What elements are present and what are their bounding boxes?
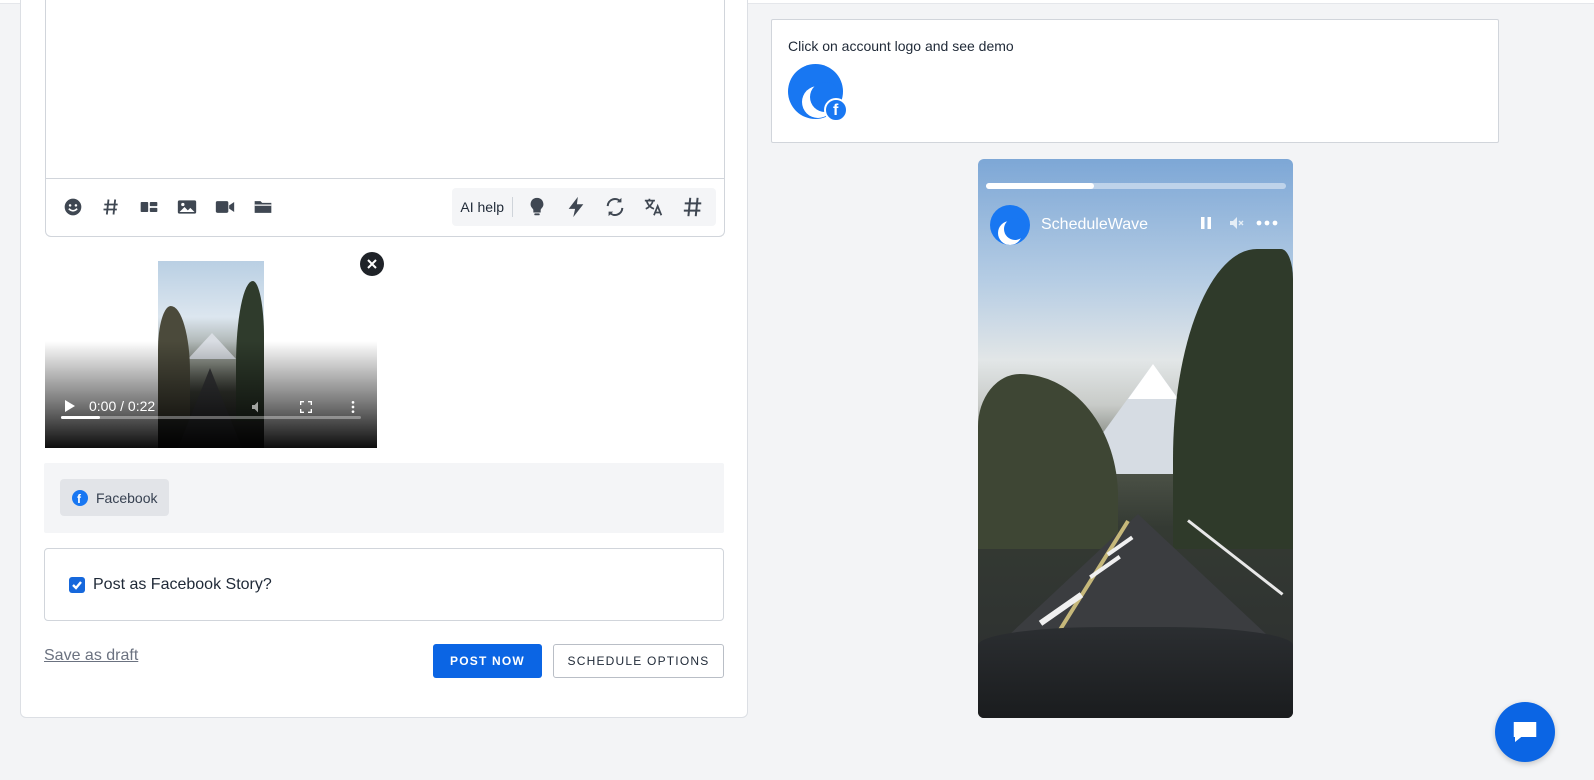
account-chip-facebook[interactable]: Facebook <box>60 479 170 516</box>
image-icon[interactable] <box>168 188 206 226</box>
story-progress-fill <box>986 183 1094 189</box>
hashtag-icon[interactable] <box>92 188 130 226</box>
folder-icon[interactable] <box>244 188 282 226</box>
facebook-icon <box>72 489 88 507</box>
demo-hint: Click on account logo and see demo <box>788 38 1014 54</box>
schedule-options-button[interactable]: SCHEDULE OPTIONS <box>553 644 724 678</box>
fullscreen-icon[interactable] <box>298 399 314 415</box>
story-checkbox-label: Post as Facebook Story? <box>93 575 272 593</box>
demo-card: Click on account logo and see demo <box>771 19 1499 143</box>
story-avatar <box>990 205 1030 245</box>
ai-help-label: AI help <box>460 197 513 217</box>
translate-icon[interactable] <box>634 188 673 226</box>
story-checkbox[interactable] <box>69 576 85 593</box>
editor-box: AI help <box>45 0 725 237</box>
idea-icon[interactable] <box>517 188 556 226</box>
story-account-name: ScheduleWave <box>1041 216 1149 233</box>
volume-icon[interactable] <box>250 399 266 415</box>
play-icon[interactable] <box>65 400 75 412</box>
template-icon[interactable] <box>130 188 168 226</box>
emoji-icon[interactable] <box>54 188 92 226</box>
mute-icon[interactable] <box>1228 215 1244 236</box>
remove-media-button[interactable] <box>360 252 384 276</box>
save-draft-link[interactable]: Save as draft <box>44 647 138 665</box>
selected-accounts-bar: Facebook <box>44 463 724 533</box>
account-chip-label: Facebook <box>96 489 158 506</box>
facebook-badge-icon <box>824 98 848 122</box>
chat-support-button[interactable] <box>1495 702 1555 762</box>
story-preview: ScheduleWave <box>978 159 1293 718</box>
editor-toolbar: AI help <box>46 179 724 235</box>
lightning-icon[interactable] <box>556 188 595 226</box>
ai-help-group: AI help <box>452 188 716 226</box>
post-now-button[interactable]: POST NOW <box>433 644 542 678</box>
video-icon[interactable] <box>206 188 244 226</box>
video-time: 0:00 / 0:22 <box>89 398 156 414</box>
story-progress-bar <box>986 183 1286 189</box>
more-horizontal-icon[interactable] <box>1256 215 1278 236</box>
video-progress-bar[interactable] <box>61 416 361 419</box>
video-progress-fill <box>61 416 100 419</box>
chat-icon <box>1513 722 1537 742</box>
hashtag-generate-icon[interactable] <box>673 188 712 226</box>
video-preview[interactable]: 0:00 / 0:22 <box>45 261 377 448</box>
more-vertical-icon[interactable] <box>345 399 361 415</box>
pause-icon[interactable] <box>1198 215 1214 236</box>
account-logo-button[interactable] <box>788 64 848 122</box>
post-text-area[interactable] <box>46 0 724 179</box>
rephrase-icon[interactable] <box>595 188 634 226</box>
story-header: ScheduleWave <box>990 205 1285 245</box>
story-option-box: Post as Facebook Story? <box>44 548 724 621</box>
